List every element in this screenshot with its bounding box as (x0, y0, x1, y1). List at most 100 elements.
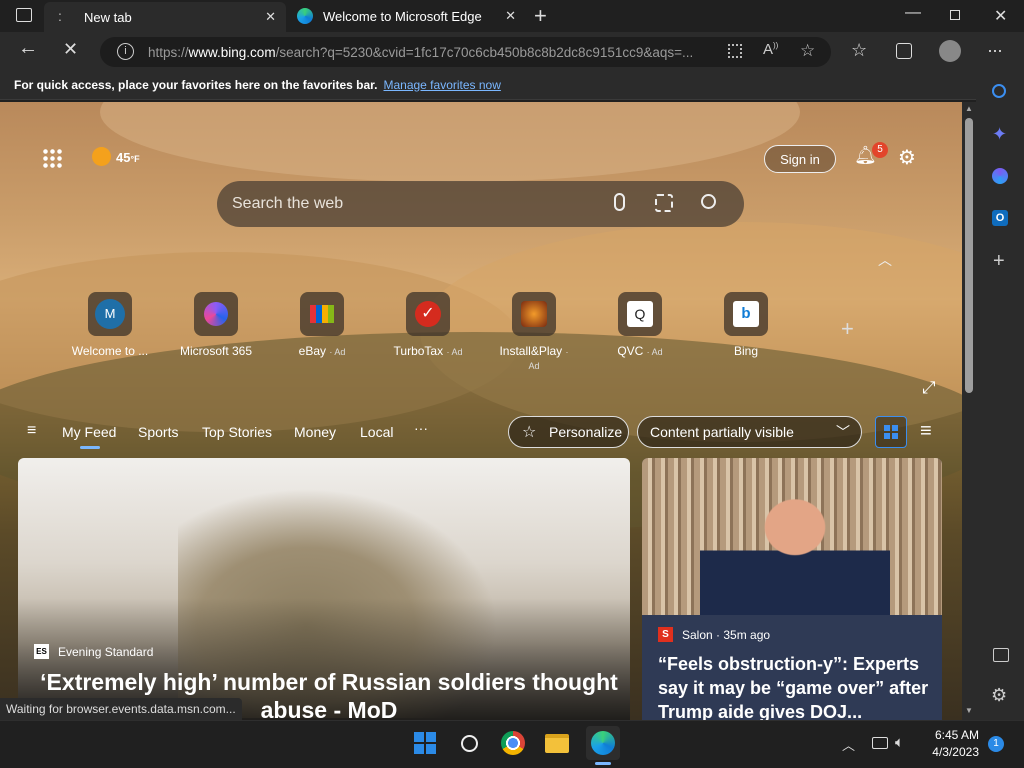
tab-top-stories[interactable]: Top Stories (202, 424, 272, 440)
back-button[interactable]: ← (18, 37, 38, 60)
list-view-icon[interactable]: ≡ (920, 420, 932, 443)
card-image-person (700, 498, 890, 615)
feed-menu-icon[interactable]: ≡ (27, 422, 36, 440)
restore-button[interactable] (950, 10, 960, 20)
edge-taskbar-icon[interactable] (586, 726, 620, 760)
ebay-icon (300, 292, 344, 336)
stop-loading-button[interactable]: ✕ (63, 39, 78, 60)
tab-money[interactable]: Money (294, 424, 336, 440)
close-icon[interactable]: ✕ (505, 8, 516, 24)
shortcut-turbotax[interactable]: ✓ TurboTax · Ad (388, 292, 468, 358)
card-source: Evening Standard (58, 645, 154, 659)
shortcut-qvc[interactable]: Q QVC · Ad (600, 292, 680, 358)
tab-label: New tab (84, 9, 132, 25)
personalize-icon: ☆ (522, 424, 537, 441)
qr-icon[interactable] (728, 44, 742, 58)
news-card-side[interactable]: S Salon · 35m ago “Feels obstruction-y”:… (642, 458, 942, 720)
expand-icon[interactable]: ⤢ (922, 378, 936, 398)
url-prefix: https:// (148, 44, 189, 60)
active-app-indicator (595, 762, 611, 765)
weather-sun-icon[interactable] (92, 147, 111, 166)
tab-welcome[interactable]: Welcome to Microsoft Edge ✕ (290, 0, 526, 32)
clock[interactable]: 6:45 AM 4/3/2023 (925, 727, 979, 761)
add-favorite-icon[interactable]: ☆ (800, 41, 815, 61)
game-icon (512, 292, 556, 336)
scroll-down-icon[interactable]: ▼ (965, 706, 973, 715)
page-settings-icon[interactable]: ⚙ (898, 145, 916, 170)
search-icon[interactable] (992, 84, 1006, 98)
favorites-hint: For quick access, place your favorites h… (14, 77, 378, 92)
add-icon[interactable]: + (993, 250, 1005, 273)
tab-actions-icon[interactable] (16, 8, 32, 22)
sidebar-settings-icon[interactable]: ⚙ (991, 685, 1007, 706)
shortcut-microsoft-365[interactable]: Microsoft 365 (176, 292, 256, 358)
shortcut-install-play[interactable]: Install&Play · Ad (494, 292, 574, 372)
scrollbar-thumb[interactable] (965, 118, 973, 393)
visual-search-icon[interactable] (655, 194, 673, 212)
source-logo: ES (34, 644, 49, 659)
shortcut-welcome[interactable]: M Welcome to ... (70, 292, 150, 358)
tab-my-feed[interactable]: My Feed (62, 424, 116, 440)
close-icon[interactable]: ✕ (265, 9, 276, 25)
volume-icon[interactable]: 🔈︎ (895, 734, 904, 751)
news-card-main[interactable]: ES Evening Standard ‘Extremely high’ num… (18, 458, 630, 720)
grid-view-icon[interactable] (875, 416, 907, 448)
taskbar-search-icon[interactable] (454, 728, 484, 758)
search-placeholder: Search the web (232, 195, 344, 212)
scroll-up-icon[interactable]: ▲ (965, 104, 973, 113)
bing-icon: b (724, 292, 768, 336)
add-shortcut-icon[interactable]: + (841, 316, 854, 342)
shortcut-icon: M (88, 292, 132, 336)
collections-icon[interactable] (896, 43, 912, 59)
file-explorer-icon[interactable] (542, 728, 572, 758)
turbotax-icon: ✓ (406, 292, 450, 336)
tab-more[interactable]: ··· (414, 420, 428, 436)
edge-icon (297, 8, 313, 24)
tab-local[interactable]: Local (360, 424, 393, 440)
qvc-icon: Q (618, 292, 662, 336)
chrome-icon[interactable] (498, 728, 528, 758)
personalize-button[interactable]: ☆ Personalize (508, 416, 629, 448)
tab-label: Welcome to Microsoft Edge (323, 8, 482, 24)
search-icon[interactable] (701, 194, 716, 209)
weather-temp[interactable]: 45°F (116, 150, 140, 165)
apps-grid-icon[interactable] (42, 148, 62, 168)
url-domain: www.bing.com (188, 44, 276, 60)
collapse-chevron-icon[interactable]: ︿ (878, 250, 892, 270)
content-visibility-dropdown[interactable]: Content partially visible ﹀ (637, 416, 862, 448)
copilot-icon[interactable]: ✦ (992, 124, 1007, 145)
sign-in-button[interactable]: Sign in (764, 145, 836, 173)
tab-new-tab[interactable]: : New tab ✕ (44, 2, 286, 32)
minimize-button[interactable]: — (905, 4, 921, 22)
outlook-icon[interactable]: O (992, 210, 1008, 226)
search-box[interactable]: Search the web (217, 181, 744, 227)
settings-more-icon[interactable]: ··· (987, 40, 1003, 61)
favorites-icon[interactable]: ☆ (851, 40, 867, 61)
shopping-icon[interactable] (992, 168, 1008, 184)
source-logo: S (658, 627, 673, 642)
shortcut-bing[interactable]: b Bing (706, 292, 786, 358)
tray-chevron-icon[interactable]: ︿ (842, 735, 855, 754)
network-icon[interactable] (872, 737, 888, 749)
profile-avatar[interactable] (939, 40, 961, 62)
microphone-icon[interactable] (614, 193, 625, 211)
start-icon[interactable] (410, 728, 440, 758)
read-aloud-icon[interactable]: A)) (763, 41, 778, 58)
url-rest: /search?q=5230&cvid=1fc17c70c6cb450b8c8b… (275, 44, 694, 60)
shortcut-ebay[interactable]: eBay · Ad (282, 292, 362, 358)
site-info-icon[interactable]: i (117, 43, 134, 60)
tab-sports[interactable]: Sports (138, 424, 178, 440)
new-tab-button[interactable]: + (534, 3, 547, 29)
tab-bar: : New tab ✕ Welcome to Microsoft Edge ✕ … (0, 0, 1024, 32)
address-bar[interactable]: i https://www.bing.com/search?q=5230&cvi… (100, 37, 831, 67)
chevron-down-icon: ﹀ (836, 424, 850, 440)
notification-count-badge[interactable]: 1 (988, 736, 1004, 752)
favorites-bar: For quick access, place your favorites h… (0, 70, 1024, 100)
card-source: Salon · 35m ago (682, 628, 771, 642)
manage-favorites-link[interactable]: Manage favorites now (383, 78, 500, 92)
card-headline[interactable]: “Feels obstruction-y”: Experts say it ma… (658, 652, 933, 720)
notification-badge: 5 (872, 142, 888, 158)
hide-sidebar-icon[interactable] (993, 648, 1009, 662)
close-window-button[interactable]: ✕ (994, 6, 1007, 26)
m365-icon (194, 292, 238, 336)
